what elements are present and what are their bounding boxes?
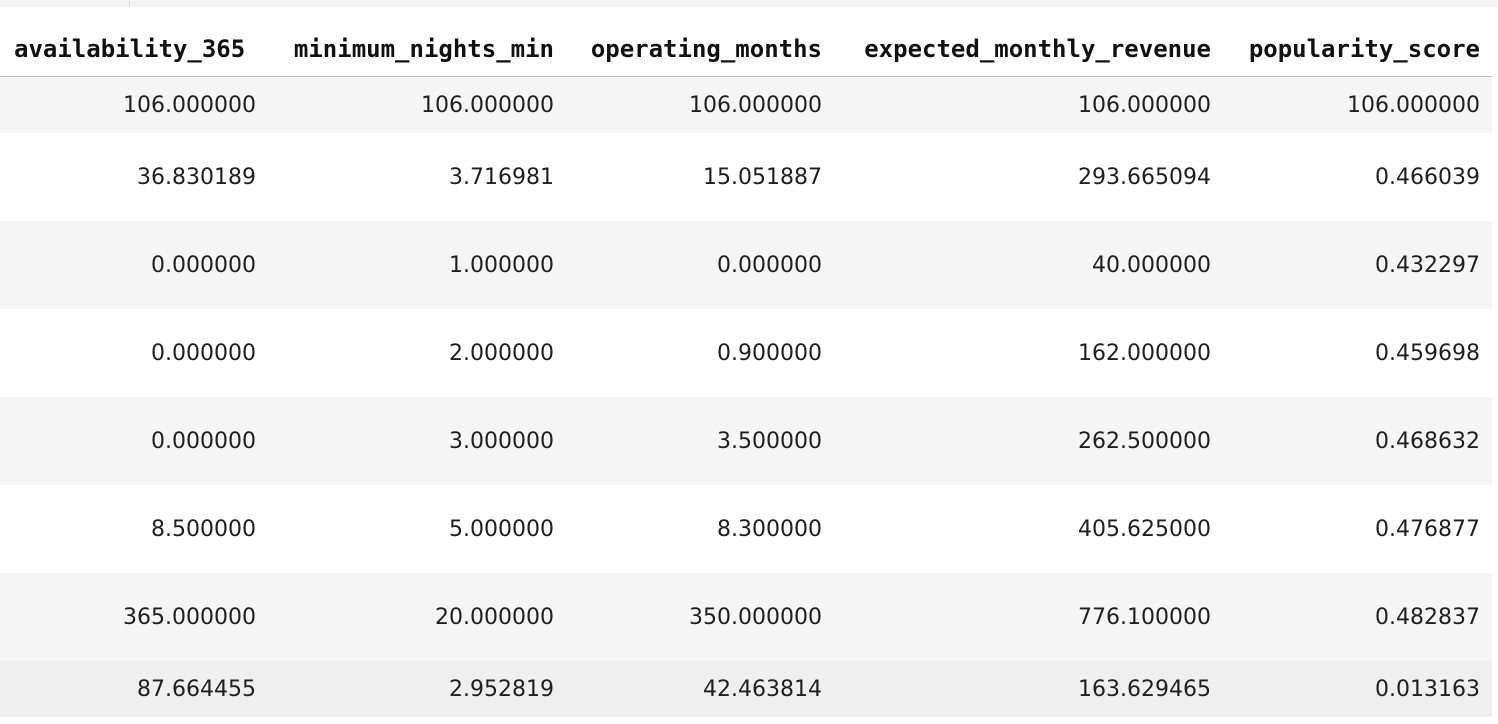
tab-divider bbox=[129, 0, 130, 7]
table-cell: 15.051887 bbox=[566, 133, 834, 221]
table-cell: 2.952819 bbox=[268, 661, 566, 717]
table-cell: 2.000000 bbox=[268, 309, 566, 397]
table-cell: 36.830189 bbox=[0, 133, 268, 221]
table-cell: 0.000000 bbox=[566, 221, 834, 309]
table-cell: 3.500000 bbox=[566, 397, 834, 485]
table-cell: 365.000000 bbox=[0, 573, 268, 661]
table-cell: 106.000000 bbox=[268, 76, 566, 133]
table-row: 8.500000 5.000000 8.300000 405.625000 0.… bbox=[0, 485, 1492, 573]
table-cell: 405.625000 bbox=[834, 485, 1223, 573]
column-header-operating-months: operating_months bbox=[566, 22, 834, 77]
table-cell: 0.000000 bbox=[0, 397, 268, 485]
column-header-popularity-score: popularity_score bbox=[1223, 22, 1492, 77]
table-cell: 0.900000 bbox=[566, 309, 834, 397]
table-cell: 8.500000 bbox=[0, 485, 268, 573]
table-cell: 0.000000 bbox=[0, 221, 268, 309]
table-row: 0.000000 3.000000 3.500000 262.500000 0.… bbox=[0, 397, 1492, 485]
table-header: availability_365 minimum_nights_min oper… bbox=[0, 22, 1492, 77]
table-cell: 106.000000 bbox=[1223, 76, 1492, 133]
table-cell: 3.716981 bbox=[268, 133, 566, 221]
table-cell: 163.629465 bbox=[834, 661, 1223, 717]
table-cell: 1.000000 bbox=[268, 221, 566, 309]
table-cell: 42.463814 bbox=[566, 661, 834, 717]
table-cell: 87.664455 bbox=[0, 661, 268, 717]
column-header-availability-365: availability_365 bbox=[0, 22, 268, 77]
table-cell: 106.000000 bbox=[566, 76, 834, 133]
table-cell: 350.000000 bbox=[566, 573, 834, 661]
table-cell: 106.000000 bbox=[0, 76, 268, 133]
table-cell: 20.000000 bbox=[268, 573, 566, 661]
table-cell: 0.466039 bbox=[1223, 133, 1492, 221]
table-cell: 0.432297 bbox=[1223, 221, 1492, 309]
table-cell: 3.000000 bbox=[268, 397, 566, 485]
table-body: 106.000000 106.000000 106.000000 106.000… bbox=[0, 76, 1492, 717]
table-cell: 40.000000 bbox=[834, 221, 1223, 309]
top-strip bbox=[0, 0, 1498, 7]
table-row: 87.664455 2.952819 42.463814 163.629465 … bbox=[0, 661, 1492, 717]
table-cell: 0.000000 bbox=[0, 309, 268, 397]
table-row: 36.830189 3.716981 15.051887 293.665094 … bbox=[0, 133, 1492, 221]
table-cell: 0.482837 bbox=[1223, 573, 1492, 661]
table-cell: 8.300000 bbox=[566, 485, 834, 573]
table-row: 0.000000 1.000000 0.000000 40.000000 0.4… bbox=[0, 221, 1492, 309]
statistics-table: availability_365 minimum_nights_min oper… bbox=[0, 22, 1492, 717]
table-cell: 776.100000 bbox=[834, 573, 1223, 661]
column-header-minimum-nights-min: minimum_nights_min bbox=[268, 22, 566, 77]
table-cell: 293.665094 bbox=[834, 133, 1223, 221]
table-row: 365.000000 20.000000 350.000000 776.1000… bbox=[0, 573, 1492, 661]
table-cell: 262.500000 bbox=[834, 397, 1223, 485]
table-row: 0.000000 2.000000 0.900000 162.000000 0.… bbox=[0, 309, 1492, 397]
table-row: 106.000000 106.000000 106.000000 106.000… bbox=[0, 76, 1492, 133]
table-cell: 106.000000 bbox=[834, 76, 1223, 133]
table-cell: 0.476877 bbox=[1223, 485, 1492, 573]
table-cell: 0.459698 bbox=[1223, 309, 1492, 397]
table-cell: 5.000000 bbox=[268, 485, 566, 573]
table-cell: 162.000000 bbox=[834, 309, 1223, 397]
table-cell: 0.013163 bbox=[1223, 661, 1492, 717]
column-header-expected-monthly-revenue: expected_monthly_revenue bbox=[834, 22, 1223, 77]
header-row: availability_365 minimum_nights_min oper… bbox=[0, 22, 1492, 77]
table-cell: 0.468632 bbox=[1223, 397, 1492, 485]
